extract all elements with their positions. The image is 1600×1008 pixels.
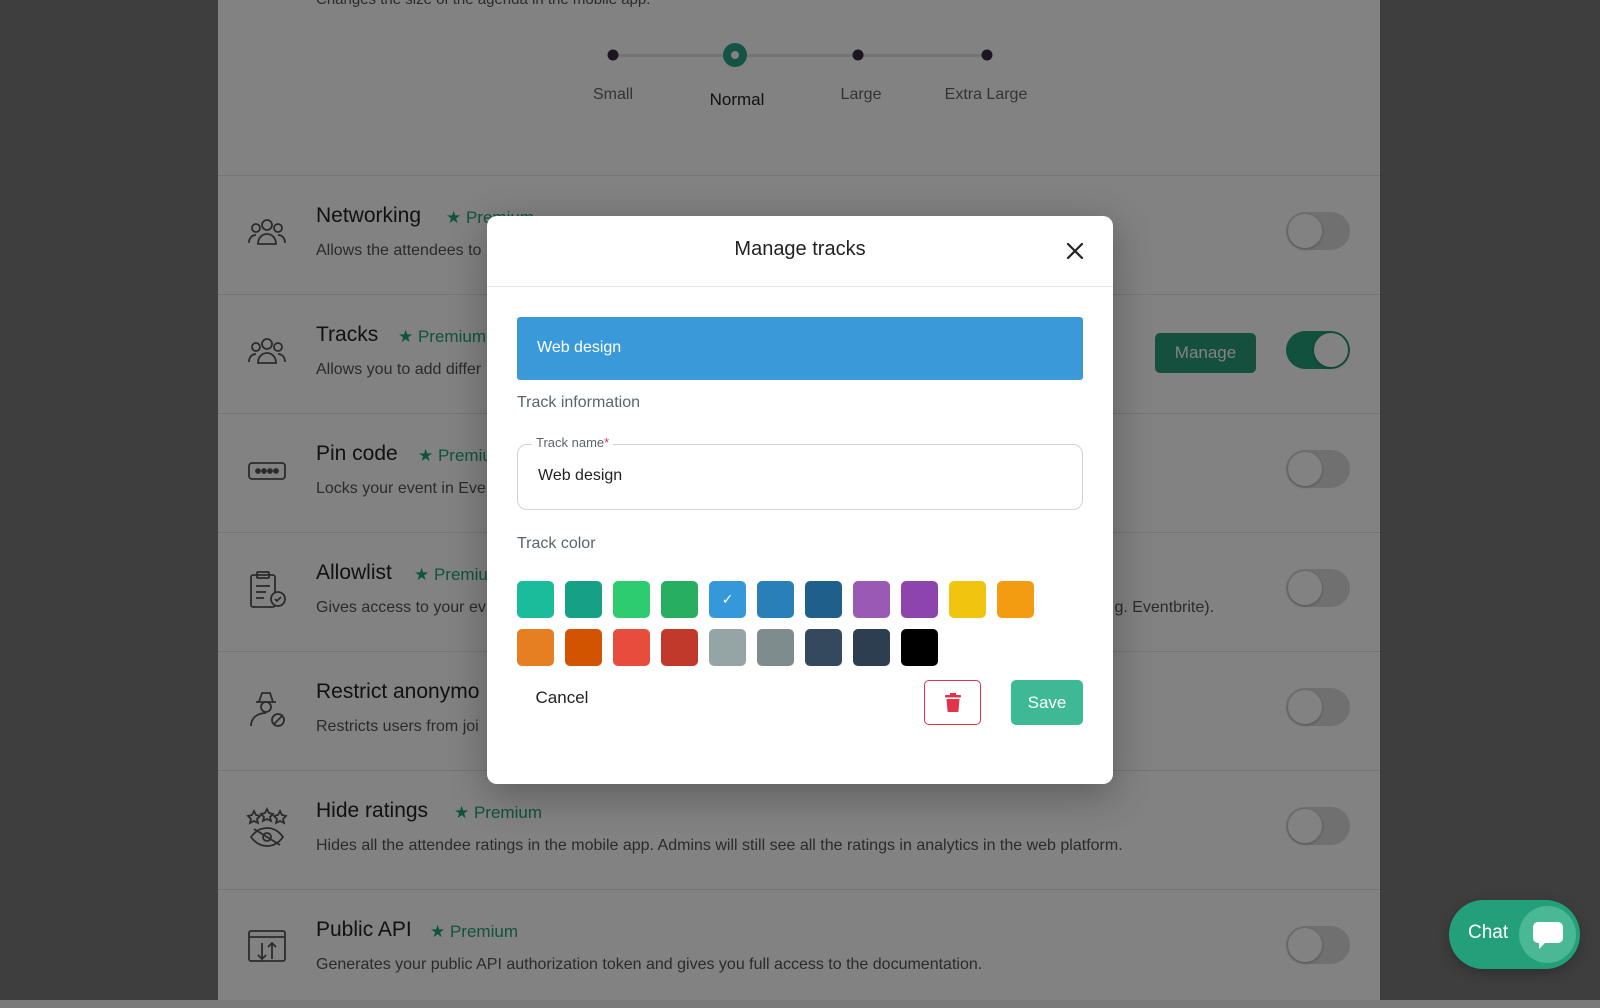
modal-divider [487,286,1113,287]
color-swatch[interactable] [997,581,1034,618]
color-swatch[interactable] [949,581,986,618]
color-swatch[interactable] [661,581,698,618]
track-name-label: Track name* [532,435,614,450]
color-swatch[interactable] [613,581,650,618]
required-mark: * [604,435,610,450]
color-swatch[interactable] [613,629,650,666]
color-swatch[interactable] [517,581,554,618]
color-swatch[interactable]: ✓ [709,581,746,618]
chat-button[interactable]: Chat [1449,900,1580,969]
cancel-button[interactable]: Cancel [517,678,607,718]
track-list-item-label: Web design [537,339,622,356]
manage-tracks-modal: Manage tracks Web design Track informati… [487,216,1113,784]
color-swatch[interactable] [853,629,890,666]
color-swatch[interactable] [805,581,842,618]
trash-icon [944,693,961,712]
save-button[interactable]: Save [1011,680,1083,725]
color-swatch[interactable] [901,629,938,666]
color-swatch[interactable] [565,581,602,618]
check-icon: ✓ [721,591,734,607]
color-swatch[interactable] [661,629,698,666]
track-name-label-text: Track name [536,435,605,450]
color-swatch[interactable] [517,629,554,666]
modal-title: Manage tracks [734,238,866,260]
track-name-field[interactable]: Track name* Web design [517,435,1083,510]
track-list-item-selected[interactable]: Web design [517,317,1083,380]
track-information-heading: Track information [517,394,640,411]
chat-label: Chat [1468,922,1509,943]
color-swatch[interactable] [805,629,842,666]
chat-bubble-icon [1519,906,1576,963]
close-icon[interactable] [1062,238,1088,264]
color-swatch[interactable] [853,581,890,618]
track-color-heading: Track color [517,535,596,552]
delete-button[interactable] [924,680,981,725]
color-swatch[interactable] [757,581,794,618]
color-swatch[interactable] [757,629,794,666]
color-swatch[interactable] [901,581,938,618]
track-name-value[interactable]: Web design [538,467,622,485]
color-swatch[interactable] [565,629,602,666]
color-swatch[interactable] [709,629,746,666]
